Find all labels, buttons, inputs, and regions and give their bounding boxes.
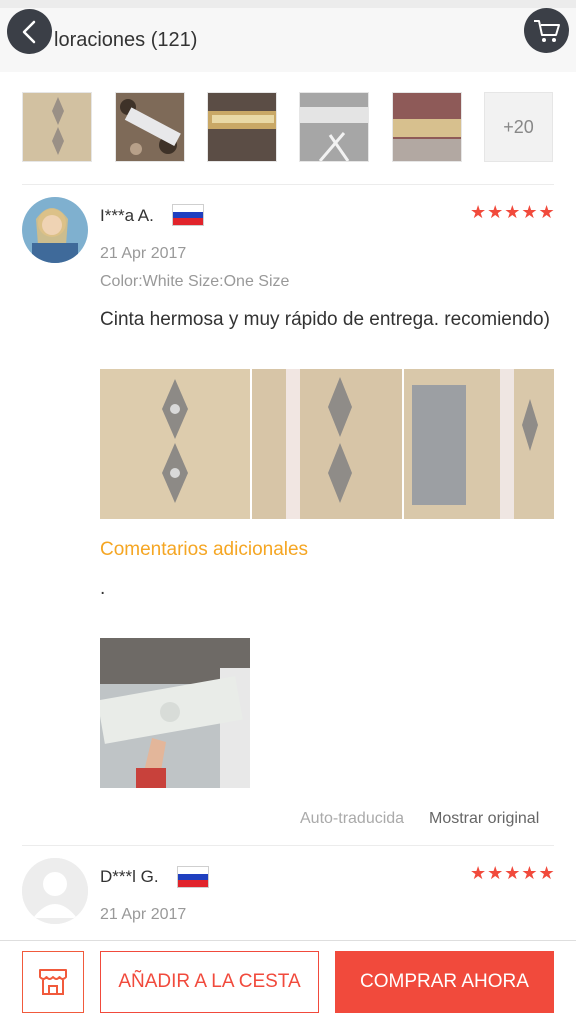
thumbnail-photo[interactable] (392, 92, 462, 162)
rating-stars: ★★★★★ (470, 202, 556, 222)
cart-button[interactable] (524, 8, 569, 53)
russia-flag-icon (172, 204, 204, 226)
divider (22, 845, 554, 846)
auto-translated-label: Auto-traducida (300, 810, 405, 827)
page-title: loraciones (121) (54, 29, 198, 51)
review-photo[interactable] (100, 369, 250, 519)
header: loraciones (121) (0, 8, 576, 72)
store-button[interactable] (22, 951, 84, 1013)
more-photos-count: +20 (503, 116, 534, 137)
thumbnail-photo[interactable] (22, 92, 92, 162)
thumbnail-photo[interactable] (115, 92, 185, 162)
chevron-left-icon (22, 20, 35, 43)
reviewer-name: D***l G. (100, 867, 159, 886)
review-text: Cinta hermosa y muy rápido de entrega. r… (100, 309, 550, 330)
avatar (22, 197, 88, 263)
review-date: 21 Apr 2017 (100, 906, 187, 923)
reviewer-name: I***a A. (100, 206, 154, 225)
avatar (22, 858, 88, 924)
back-button[interactable] (7, 9, 52, 54)
divider (22, 184, 554, 185)
additional-comments-text: . (100, 578, 106, 599)
review-photo[interactable] (404, 369, 554, 519)
store-icon (39, 969, 67, 995)
review-date: 21 Apr 2017 (100, 245, 187, 262)
rating-stars: ★★★★★ (470, 863, 556, 883)
cart-icon (533, 19, 560, 42)
add-to-cart-button[interactable]: AÑADIR A LA CESTA (100, 951, 319, 1013)
bottom-action-bar: AÑADIR A LA CESTA COMPRAR AHORA (0, 940, 576, 1024)
status-strip (0, 0, 576, 8)
thumbnail-photo[interactable] (207, 92, 277, 162)
show-original-link[interactable]: Mostrar original (429, 810, 539, 828)
additional-review-photo[interactable] (100, 638, 250, 788)
russia-flag-icon (177, 866, 209, 888)
product-variant: Color:White Size:One Size (100, 273, 290, 290)
review-photo-thumbnails: +20 (0, 92, 576, 164)
thumbnail-photo[interactable] (299, 92, 369, 162)
additional-comments-title: Comentarios adicionales (100, 539, 309, 560)
review-photo[interactable] (252, 369, 402, 519)
more-photos-button[interactable]: +20 (484, 92, 553, 162)
buy-now-button[interactable]: COMPRAR AHORA (335, 951, 554, 1013)
